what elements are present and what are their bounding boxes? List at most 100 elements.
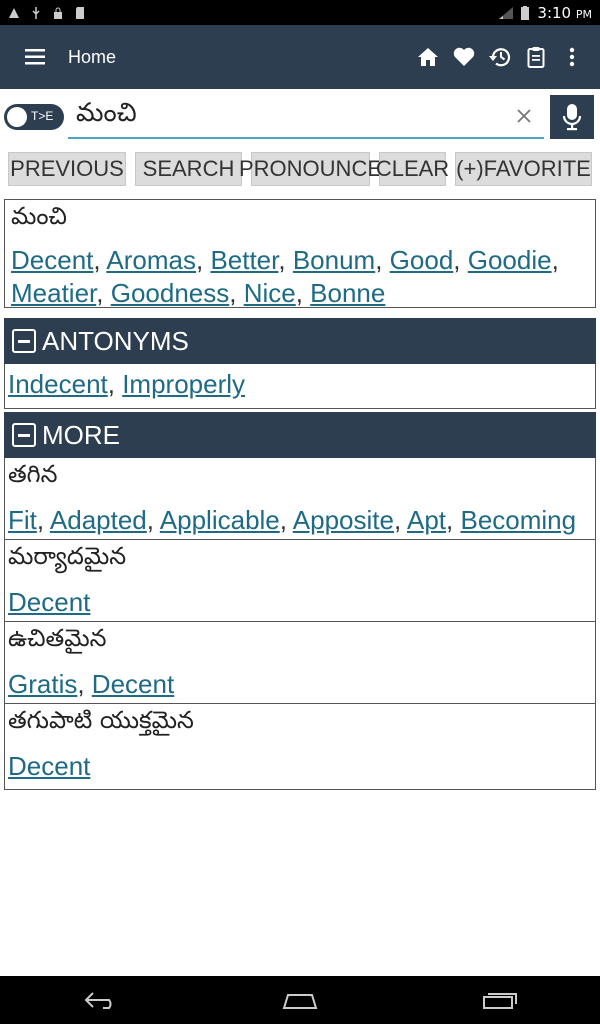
more-panel: తగిన Fit, Adapted, Applicable, Apposite, … [4, 458, 596, 790]
search-input[interactable] [68, 95, 544, 139]
back-button[interactable] [70, 980, 130, 1020]
meaning-link[interactable]: Indecent [8, 369, 108, 399]
list-item: తగిన Fit, Adapted, Applicable, Apposite, … [5, 458, 595, 540]
meaning-link[interactable]: Decent [8, 751, 90, 781]
meaning-link[interactable]: Becoming [460, 505, 576, 535]
favorites-button[interactable] [448, 37, 480, 77]
collapse-icon [12, 423, 36, 447]
separator: , [551, 245, 559, 275]
more-section-header[interactable]: MORE [4, 412, 596, 458]
back-icon [84, 992, 112, 1009]
menu-button[interactable] [18, 39, 54, 75]
meaning-list: Fit, Adapted, Applicable, Apposite, Apt,… [5, 496, 595, 537]
separator: , [453, 245, 468, 275]
meaning-link[interactable]: Goodie [468, 245, 552, 275]
meaning-link[interactable]: Decent [8, 587, 90, 617]
separator: , [229, 278, 244, 308]
telugu-word: ఉచితమైన [8, 624, 107, 652]
telugu-word: మర్యాదమైన [8, 542, 127, 570]
antonyms-header-label: ANTONYMS [42, 325, 189, 356]
clear-button[interactable]: CLEAR [376, 152, 449, 186]
separator: , [446, 505, 461, 535]
separator: , [278, 245, 293, 275]
meaning-link[interactable]: Improperly [122, 369, 245, 399]
separator: , [107, 369, 123, 399]
telugu-word: తగుపాటి యుక్తమైన [8, 706, 194, 734]
navigation-bar [0, 976, 600, 1024]
history-icon [489, 48, 511, 67]
page-title: Home [68, 46, 117, 67]
list-item: తగుపాటి యుక్తమైన Decent [5, 704, 595, 786]
recents-icon [483, 993, 517, 1009]
separator: , [77, 669, 92, 699]
separator: , [375, 245, 390, 275]
antonyms-panel: Indecent, Improperly [4, 364, 596, 409]
meaning-link[interactable]: Bonne [310, 278, 385, 308]
status-bar: 3:10 PM [0, 0, 600, 25]
meaning-link[interactable]: Better [210, 245, 278, 275]
history-button[interactable] [484, 37, 516, 77]
home-nav-button[interactable] [270, 980, 330, 1020]
meaning-link[interactable]: Fit [8, 505, 37, 535]
telugu-word: తగిన [8, 460, 58, 488]
meaning-list: Decent, Aromas, Better, Bonum, Good, Goo… [5, 238, 595, 310]
meaning-link[interactable]: Gratis [8, 669, 77, 699]
previous-button[interactable]: PREVIOUS [8, 152, 126, 186]
app-bar: Home [0, 25, 600, 89]
usb-icon [32, 6, 40, 19]
toggle-knob [7, 107, 27, 127]
meaning-list: Decent [5, 742, 595, 783]
meaning-link[interactable]: Good [390, 245, 454, 275]
result-word: మంచి [11, 202, 67, 230]
meaning-link[interactable]: Decent [11, 245, 93, 275]
separator: , [195, 245, 211, 275]
home-icon [418, 48, 438, 66]
result-panel: మంచి Decent, Aromas, Better, Bonum, Good… [4, 199, 596, 308]
meaning-link[interactable]: Applicable [160, 505, 280, 535]
add-favorite-button[interactable]: (+)FAVORITE [455, 152, 592, 186]
overflow-menu-button[interactable] [556, 37, 588, 77]
voice-search-button[interactable] [550, 95, 594, 139]
battery-icon [521, 5, 530, 20]
meaning-link[interactable]: Apt [407, 505, 446, 535]
antonym-list: Indecent, Improperly [5, 364, 595, 401]
separator: , [295, 278, 311, 308]
lock-icon [54, 7, 62, 19]
more-header-label: MORE [42, 419, 120, 450]
pronounce-button[interactable]: PRONOUNCE [239, 152, 382, 186]
recents-button[interactable] [470, 980, 530, 1020]
separator: , [93, 245, 107, 275]
meaning-link[interactable]: Decent [92, 669, 174, 699]
meaning-link[interactable]: Meatier [11, 278, 96, 308]
meaning-link[interactable]: Bonum [293, 245, 375, 275]
separator: , [279, 505, 293, 535]
antonyms-section-header[interactable]: ANTONYMS [4, 318, 596, 364]
close-icon[interactable] [514, 106, 534, 126]
home-button[interactable] [412, 37, 444, 77]
meaning-link[interactable]: Goodness [111, 278, 230, 308]
meaning-link[interactable]: Adapted [50, 505, 147, 535]
separator: , [393, 505, 407, 535]
sd-card-icon [76, 6, 84, 19]
warning-icon [9, 7, 19, 18]
mic-icon [562, 104, 582, 131]
list-item: ఉచితమైన Gratis, Decent [5, 622, 595, 704]
meaning-link[interactable]: Nice [244, 278, 296, 308]
meaning-list: Gratis, Decent [5, 660, 595, 701]
signal-icon [499, 6, 514, 19]
meaning-list: Decent [5, 578, 595, 619]
meaning-link[interactable]: Apposite [293, 505, 394, 535]
heart-icon [453, 47, 475, 66]
menu-icon [25, 49, 45, 65]
separator: , [96, 278, 111, 308]
meaning-link[interactable]: Aromas [106, 245, 196, 275]
separator: , [36, 505, 50, 535]
language-toggle[interactable]: T>E [4, 104, 64, 130]
search-button[interactable]: SEARCH [135, 152, 242, 186]
clock: 3:10 PM [537, 3, 592, 22]
home-outline-icon [282, 994, 318, 1009]
clipboard-icon [527, 47, 545, 68]
collapse-icon [12, 329, 36, 353]
clipboard-button[interactable] [520, 37, 552, 77]
list-item: మర్యాదమైన Decent [5, 540, 595, 622]
